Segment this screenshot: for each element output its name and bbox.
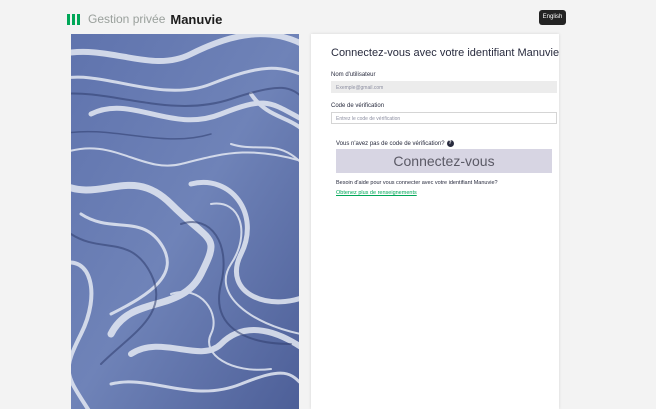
manulife-bars-icon [67, 13, 80, 25]
code-label: Code de vérification [331, 103, 385, 109]
username-field[interactable]: Exemple@gmail.com [331, 81, 557, 93]
brand-name: Manuvie [170, 11, 223, 27]
username-label: Nom d'utilisateur [331, 72, 376, 78]
login-title: Connectez-vous avec votre identifiant Ma… [331, 47, 560, 59]
hero-marble-image [71, 34, 299, 409]
brand-logo[interactable]: Gestion privée Manuvie [67, 11, 222, 27]
login-submit-button[interactable]: Connectez-vous [336, 149, 552, 173]
login-panel: Connectez-vous avec votre identifiant Ma… [311, 34, 559, 409]
language-toggle-button[interactable]: English [539, 10, 566, 25]
no-code-text: Vous n'avez pas de code de vérification? [336, 140, 445, 147]
need-help-text: Besoin d'aide pour vous connecter avec v… [336, 180, 498, 186]
more-info-link[interactable]: Obtenez plus de renseignements [336, 190, 417, 196]
username-field-group: Nom d'utilisateur Exemple@gmail.com [331, 72, 557, 93]
no-code-row: Vous n'avez pas de code de vérification?… [336, 140, 454, 147]
question-circle-icon[interactable]: ? [446, 140, 454, 147]
code-field-group: Code de vérification Entrez le code de v… [331, 103, 557, 124]
top-header: Gestion privée Manuvie English [0, 0, 656, 34]
verification-code-input[interactable]: Entrez le code de vérification [331, 112, 557, 124]
brand-prefix: Gestion privée [88, 12, 166, 26]
login-form: Connectez-vous avec votre identifiant Ma… [321, 34, 560, 202]
